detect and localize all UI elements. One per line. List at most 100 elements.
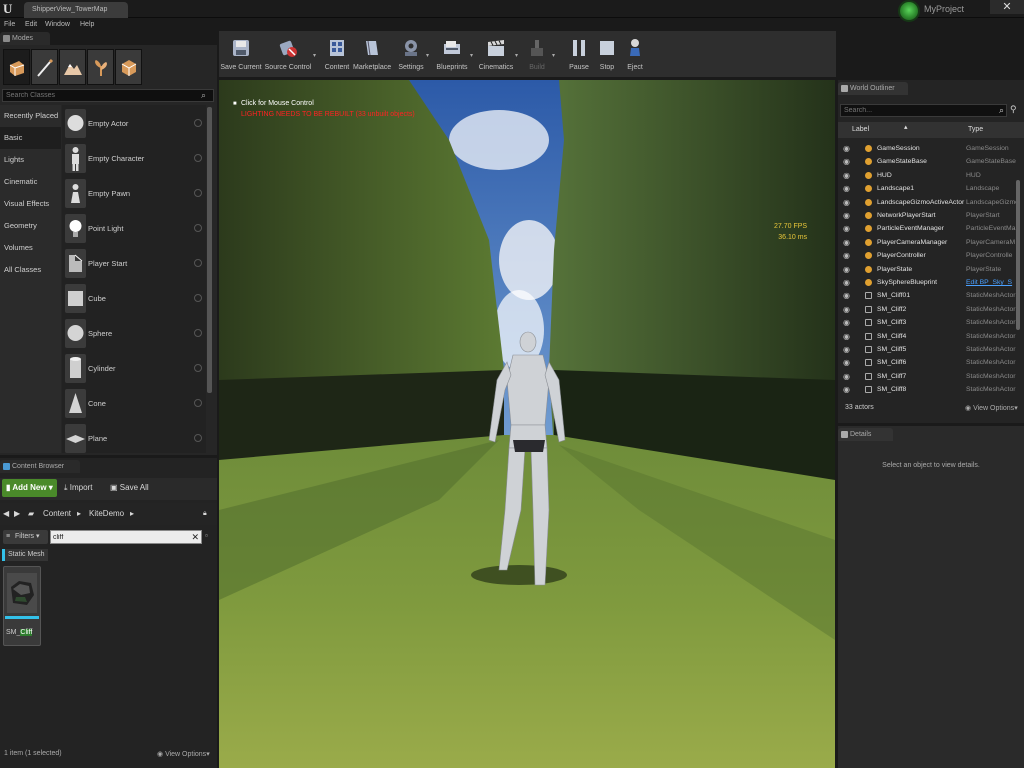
visibility-eye-icon[interactable]: ◉ (843, 289, 850, 302)
place-item-point-light[interactable]: Point Light (62, 211, 206, 246)
column-type[interactable]: Type (968, 122, 983, 138)
asset-search-box[interactable]: ✕ (50, 530, 202, 544)
chevron-down-icon[interactable]: ▾ (552, 52, 557, 59)
help-icon[interactable] (194, 189, 202, 197)
content-browser-tab[interactable]: Content Browser (0, 460, 80, 473)
import-button[interactable]: ⤓ Import (64, 479, 92, 497)
asset-tile-sm-cliff[interactable]: SM_Cliff (3, 566, 41, 646)
path-content[interactable]: Content (43, 503, 71, 525)
help-icon[interactable] (194, 224, 202, 232)
outliner-row[interactable]: ◉ PlayerCameraManager PlayerCameraM (838, 236, 1018, 249)
outliner-row[interactable]: ◉ GameSession GameSession (838, 142, 1018, 155)
outliner-row[interactable]: ◉ SkySphereBlueprint Edit BP_Sky_S (838, 276, 1018, 289)
toolbar-marketplace-button[interactable]: Marketplace (353, 34, 391, 76)
place-item-plane[interactable]: Plane (62, 421, 206, 456)
category-volumes[interactable]: Volumes (0, 237, 61, 259)
outliner-row[interactable]: ◉ SM_Cliff3 StaticMeshActor (838, 316, 1018, 329)
category-all-classes[interactable]: All Classes (0, 259, 61, 281)
outliner-row[interactable]: ◉ LandscapeGizmoActiveActor LandscapeGizmo (838, 196, 1018, 209)
visibility-eye-icon[interactable]: ◉ (843, 303, 850, 316)
chevron-down-icon[interactable]: ▾ (313, 52, 318, 59)
visibility-eye-icon[interactable]: ◉ (843, 155, 850, 168)
forward-arrow-icon[interactable]: ▶ (14, 503, 20, 525)
modes-tab[interactable]: Modes (0, 32, 50, 45)
place-item-cube[interactable]: Cube (62, 281, 206, 316)
help-icon[interactable] (194, 294, 202, 302)
toolbar-save-current-button[interactable]: Save Current (220, 34, 262, 76)
mode-foliage-button[interactable] (87, 49, 114, 85)
outliner-row-type[interactable]: Edit BP_Sky_S (966, 276, 1018, 289)
visibility-eye-icon[interactable]: ◉ (843, 276, 850, 289)
toolbar-stop-button[interactable]: Stop (594, 34, 620, 76)
place-item-player-start[interactable]: Player Start (62, 246, 206, 281)
add-filter-icon[interactable]: ⚲ (1010, 104, 1017, 115)
place-item-sphere[interactable]: Sphere (62, 316, 206, 351)
lock-icon[interactable]: ▫ (205, 531, 208, 540)
class-search-box[interactable]: ⌕ (2, 89, 214, 102)
level-viewport[interactable] (219, 80, 835, 768)
outliner-row[interactable]: ◉ SM_Cliff7 StaticMeshActor (838, 370, 1018, 383)
asset-search-input[interactable] (51, 531, 186, 543)
toolbar-build-button[interactable]: Build (522, 34, 552, 76)
column-label[interactable]: Label (852, 122, 869, 138)
visibility-eye-icon[interactable]: ◉ (843, 182, 850, 195)
help-icon[interactable] (194, 259, 202, 267)
outliner-row[interactable]: ◉ SM_Cliff2 StaticMeshActor (838, 303, 1018, 316)
visibility-eye-icon[interactable]: ◉ (843, 343, 850, 356)
visibility-eye-icon[interactable]: ◉ (843, 316, 850, 329)
mode-paint-button[interactable] (31, 49, 58, 85)
class-search-input[interactable] (3, 90, 199, 101)
place-item-cylinder[interactable]: Cylinder (62, 351, 206, 386)
category-cinematic[interactable]: Cinematic (0, 171, 61, 193)
visibility-eye-icon[interactable]: ◉ (843, 222, 850, 235)
outliner-row[interactable]: ◉ PlayerController PlayerControlle (838, 249, 1018, 262)
path-kitedemo[interactable]: KiteDemo (89, 503, 124, 525)
help-icon[interactable] (194, 119, 202, 127)
outliner-row[interactable]: ◉ PlayerState PlayerState (838, 263, 1018, 276)
toolbar-cinematics-button[interactable]: Cinematics (477, 34, 515, 76)
help-icon[interactable] (194, 329, 202, 337)
outliner-row[interactable]: ◉ HUD HUD (838, 169, 1018, 182)
visibility-eye-icon[interactable]: ◉ (843, 249, 850, 262)
menu-edit[interactable]: Edit (25, 18, 37, 31)
visibility-eye-icon[interactable]: ◉ (843, 209, 850, 222)
toolbar-source-control-button[interactable]: Source Control (264, 34, 312, 76)
visibility-eye-icon[interactable]: ◉ (843, 330, 850, 343)
clear-search-icon[interactable]: ✕ (191, 531, 199, 543)
help-icon[interactable] (194, 154, 202, 162)
place-item-empty-actor[interactable]: Empty Actor (62, 106, 206, 141)
add-new-button[interactable]: ▮ Add New ▾ (2, 479, 57, 497)
place-item-empty-character[interactable]: Empty Character (62, 141, 206, 176)
place-item-empty-pawn[interactable]: Empty Pawn (62, 176, 206, 211)
chevron-down-icon[interactable]: ▾ (470, 52, 475, 59)
chevron-down-icon[interactable]: ▾ (515, 52, 520, 59)
help-icon[interactable] (194, 399, 202, 407)
outliner-row[interactable]: ◉ GameStateBase GameStateBase (838, 155, 1018, 168)
category-lights[interactable]: Lights (0, 149, 61, 171)
modes-scrollbar[interactable] (207, 107, 212, 393)
visibility-eye-icon[interactable]: ◉ (843, 356, 850, 369)
visibility-eye-icon[interactable]: ◉ (843, 383, 850, 396)
help-icon[interactable] (194, 434, 202, 442)
visibility-eye-icon[interactable]: ◉ (843, 370, 850, 383)
mode-geometry-button[interactable] (115, 49, 142, 85)
back-arrow-icon[interactable]: ◀ (3, 503, 9, 525)
place-item-cone[interactable]: Cone (62, 386, 206, 421)
outliner-search-box[interactable]: ⌕ (840, 104, 1007, 117)
outliner-view-options-button[interactable]: ◉ View Options▾ (965, 404, 1018, 412)
outliner-row[interactable]: ◉ SM_Cliff4 StaticMeshActor (838, 330, 1018, 343)
category-basic[interactable]: Basic (0, 127, 61, 149)
outliner-row[interactable]: ◉ SM_Cliff8 StaticMeshActor (838, 383, 1018, 396)
outliner-row[interactable]: ◉ SM_Cliff6 StaticMeshActor (838, 356, 1018, 369)
toolbar-eject-button[interactable]: Eject (622, 34, 648, 76)
toolbar-pause-button[interactable]: Pause (566, 34, 592, 76)
cb-view-options-button[interactable]: ◉ View Options▾ (157, 750, 210, 758)
static-mesh-filter-chip[interactable]: Static Mesh (2, 549, 48, 561)
outliner-row[interactable]: ◉ ParticleEventManager ParticleEventMa (838, 222, 1018, 235)
document-tab[interactable]: ShipperView_TowerMap (24, 2, 128, 18)
toolbar-blueprints-button[interactable]: Blueprints (434, 34, 470, 76)
outliner-row[interactable]: ◉ SM_Cliff01 StaticMeshActor (838, 289, 1018, 302)
outliner-row[interactable]: ◉ NetworkPlayerStart PlayerStart (838, 209, 1018, 222)
toolbar-settings-button[interactable]: Settings (396, 34, 426, 76)
visibility-eye-icon[interactable]: ◉ (843, 263, 850, 276)
